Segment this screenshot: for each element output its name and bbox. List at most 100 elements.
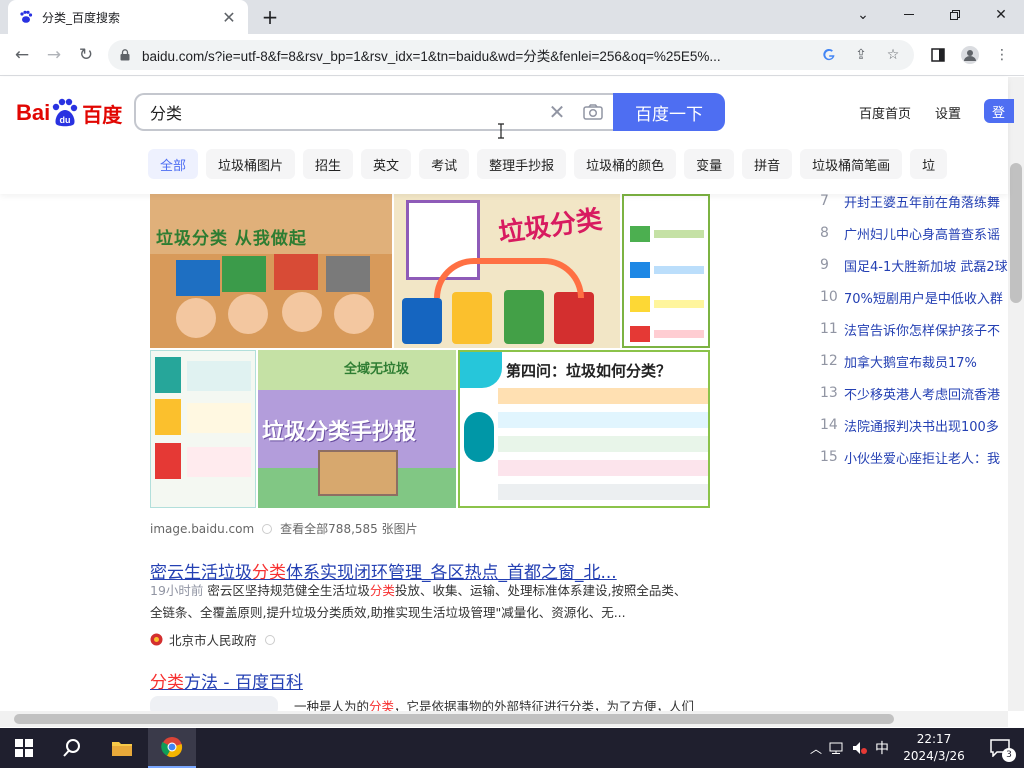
tab-suggestion[interactable]: 垃圾桶的颜色 xyxy=(574,149,677,179)
hot-list-item[interactable]: 8 广州妇儿中心身高普查系谣 xyxy=(820,223,1008,243)
chevron-up-icon[interactable]: ︿ xyxy=(808,740,824,757)
logo-baidu-cn-text: 百度 xyxy=(82,102,123,127)
share-icon[interactable]: ⇪ xyxy=(850,44,872,66)
tab-suggestion[interactable]: 考试 xyxy=(419,149,470,179)
result-time: 19小时前 xyxy=(150,583,204,598)
hot-rank: 13 xyxy=(820,385,838,401)
new-tab-button[interactable]: + xyxy=(258,5,282,29)
image-source-domain[interactable]: image.baidu.com xyxy=(150,522,254,536)
vertical-scroll-thumb[interactable] xyxy=(1010,163,1022,303)
image-tile[interactable]: 垃圾分类 xyxy=(394,194,620,348)
hot-list-item[interactable]: 10 70%短剧用户是中低收入群 xyxy=(820,287,1008,307)
image-tile[interactable]: 全域无垃圾 垃圾分类手抄报 xyxy=(258,350,456,508)
login-button[interactable]: 登 xyxy=(984,99,1014,123)
image-tile-text: 垃圾分类手抄报 xyxy=(262,420,417,445)
tab-suggestion[interactable]: 垃圾桶图片 xyxy=(206,149,296,179)
taskbar-clock[interactable]: 22:17 2024/3/26 xyxy=(898,731,970,765)
search-icon[interactable] xyxy=(48,728,96,768)
hot-list-item[interactable]: 12 加拿大鹅宣布裁员17% xyxy=(820,351,1008,371)
result-title-link[interactable]: 分类方法 - 百度百科 xyxy=(150,668,303,693)
side-panel-icon[interactable] xyxy=(926,43,950,67)
abstract-text: 全链条、全覆盖原则,提升垃圾分类质效,助推实现生活垃圾管理"减量化、资源化、无.… xyxy=(150,605,626,620)
result-title-part: 方法 - 百度百科 xyxy=(184,673,303,693)
minimize-button[interactable] xyxy=(886,0,932,30)
image-source: image.baidu.com 查看全部788,585 张图片 xyxy=(150,520,418,537)
hot-list-item[interactable]: 7 开封王婆五年前在角落练舞 xyxy=(820,194,1008,211)
notification-icon[interactable]: 3 xyxy=(976,728,1024,768)
image-tile[interactable] xyxy=(150,350,256,508)
tab-suggestion[interactable]: 变量 xyxy=(684,149,735,179)
logo-bai-text: Bai xyxy=(16,100,51,125)
settings-link[interactable]: 设置 xyxy=(935,103,961,122)
notification-count-badge: 3 xyxy=(1002,748,1016,762)
bookmark-star-icon[interactable]: ☆ xyxy=(882,44,904,66)
abstract-text: 投放、收集、运输、处理标准体系建设,按照全品类、 xyxy=(394,583,687,598)
profile-avatar-icon[interactable] xyxy=(958,43,982,67)
search-button[interactable]: 百度一下 xyxy=(613,93,725,131)
dot-icon xyxy=(262,523,273,534)
result-thumbnail[interactable] xyxy=(150,696,278,712)
clear-icon[interactable]: ✕ xyxy=(542,100,572,124)
baidu-logo[interactable]: Bai du 百度 xyxy=(16,95,122,131)
tab-suggestion[interactable]: 整理手抄报 xyxy=(477,149,567,179)
close-window-button[interactable]: ✕ xyxy=(978,0,1024,30)
hot-title: 法院通报判决书出现100多 xyxy=(844,419,999,435)
hot-title: 法官告诉你怎样保护孩子不 xyxy=(844,323,1001,339)
chrome-icon[interactable] xyxy=(148,728,196,768)
hot-title: 70%短剧用户是中低收入群 xyxy=(844,291,1003,307)
hot-rank: 11 xyxy=(820,321,838,337)
windows-taskbar: ︿ 中 22:17 2024/3/26 3 xyxy=(0,728,1024,768)
tab-suggestion[interactable]: 招生 xyxy=(303,149,354,179)
vertical-scrollbar[interactable] xyxy=(1008,77,1024,711)
tab-suggestion[interactable]: 英文 xyxy=(361,149,412,179)
hot-list-item[interactable]: 14 法院通报判决书出现100多 xyxy=(820,415,1008,435)
search-input[interactable]: 分类 ✕ xyxy=(134,93,614,131)
google-lens-icon[interactable] xyxy=(818,44,840,66)
hot-rank: 9 xyxy=(820,257,829,273)
text-cursor-icon xyxy=(498,123,504,139)
image-tile-text: 垃圾分类 xyxy=(496,204,604,250)
result-abstract: 19小时前 密云区坚持规范健全生活垃圾分类投放、收集、运输、处理标准体系建设,按照… xyxy=(150,580,720,624)
result-source-name: 北京市人民政府 xyxy=(169,633,257,648)
reload-icon[interactable]: ↻ xyxy=(72,41,100,69)
lock-icon xyxy=(118,48,132,62)
tab-strip: 分类_百度搜索 ✕ + ⌄ ✕ xyxy=(0,0,1024,34)
hot-list-item[interactable]: 13 不少移英港人考虑回流香港 xyxy=(820,383,1008,403)
camera-icon[interactable] xyxy=(572,104,614,120)
volume-muted-icon[interactable] xyxy=(848,741,872,755)
baidu-home-link[interactable]: 百度首页 xyxy=(859,103,911,122)
baidu-header: Bai du 百度 分类 ✕ 百度一下 百度首页 设置 登 全部 垃圾桶图片 招… xyxy=(0,77,1014,194)
search-tabs: 全部 垃圾桶图片 招生 英文 考试 整理手抄报 垃圾桶的颜色 变量 拼音 垃圾桶… xyxy=(148,149,955,179)
address-bar[interactable]: baidu.com/s?ie=utf-8&f=8&rsv_bp=1&rsv_id… xyxy=(108,40,914,70)
result-title-highlight: 分类 xyxy=(150,673,184,693)
menu-kebab-icon[interactable]: ⋮ xyxy=(990,43,1014,67)
tab-suggestion[interactable]: 垃 xyxy=(910,149,948,179)
network-icon[interactable] xyxy=(824,742,848,754)
tab-suggestion[interactable]: 垃圾桶简笔画 xyxy=(800,149,903,179)
file-explorer-icon[interactable] xyxy=(98,728,146,768)
ime-indicator[interactable]: 中 xyxy=(872,738,892,758)
image-tile[interactable]: 垃圾分类 从我做起 xyxy=(150,194,392,348)
horizontal-scroll-thumb[interactable] xyxy=(14,714,894,724)
results-area: 垃圾分类 从我做起 垃圾分类 全域无垃圾 垃圾分类手抄报 第四问：垃圾如何分类？… xyxy=(0,194,1008,712)
view-all-images-link[interactable]: 查看全部788,585 张图片 xyxy=(280,520,417,537)
result-source[interactable]: 北京市人民政府 xyxy=(150,630,275,649)
tab-close-icon[interactable]: ✕ xyxy=(220,8,238,27)
tab-search-icon[interactable]: ⌄ xyxy=(840,0,886,30)
hot-title: 加拿大鹅宣布裁员17% xyxy=(844,355,977,371)
browser-toolbar: ← → ↻ baidu.com/s?ie=utf-8&f=8&rsv_bp=1&… xyxy=(0,34,1024,76)
back-arrow-icon[interactable]: ← xyxy=(8,41,36,69)
hot-list-item[interactable]: 9 国足4-1大胜新加坡 武磊2球 xyxy=(820,255,1008,275)
browser-tab[interactable]: 分类_百度搜索 ✕ xyxy=(8,0,248,34)
horizontal-scrollbar[interactable] xyxy=(0,711,1008,727)
image-tile[interactable] xyxy=(622,194,710,348)
forward-arrow-icon[interactable]: → xyxy=(40,41,68,69)
hot-list-item[interactable]: 11 法官告诉你怎样保护孩子不 xyxy=(820,319,1008,339)
hot-rank: 7 xyxy=(820,194,829,209)
restore-button[interactable] xyxy=(932,0,978,30)
image-tile[interactable]: 第四问：垃圾如何分类？ xyxy=(458,350,710,508)
hot-list-item[interactable]: 15 小伙坐爱心座拒让老人：我 xyxy=(820,447,1008,467)
tab-all[interactable]: 全部 xyxy=(148,149,199,179)
windows-start-icon[interactable] xyxy=(0,728,48,768)
tab-suggestion[interactable]: 拼音 xyxy=(742,149,793,179)
